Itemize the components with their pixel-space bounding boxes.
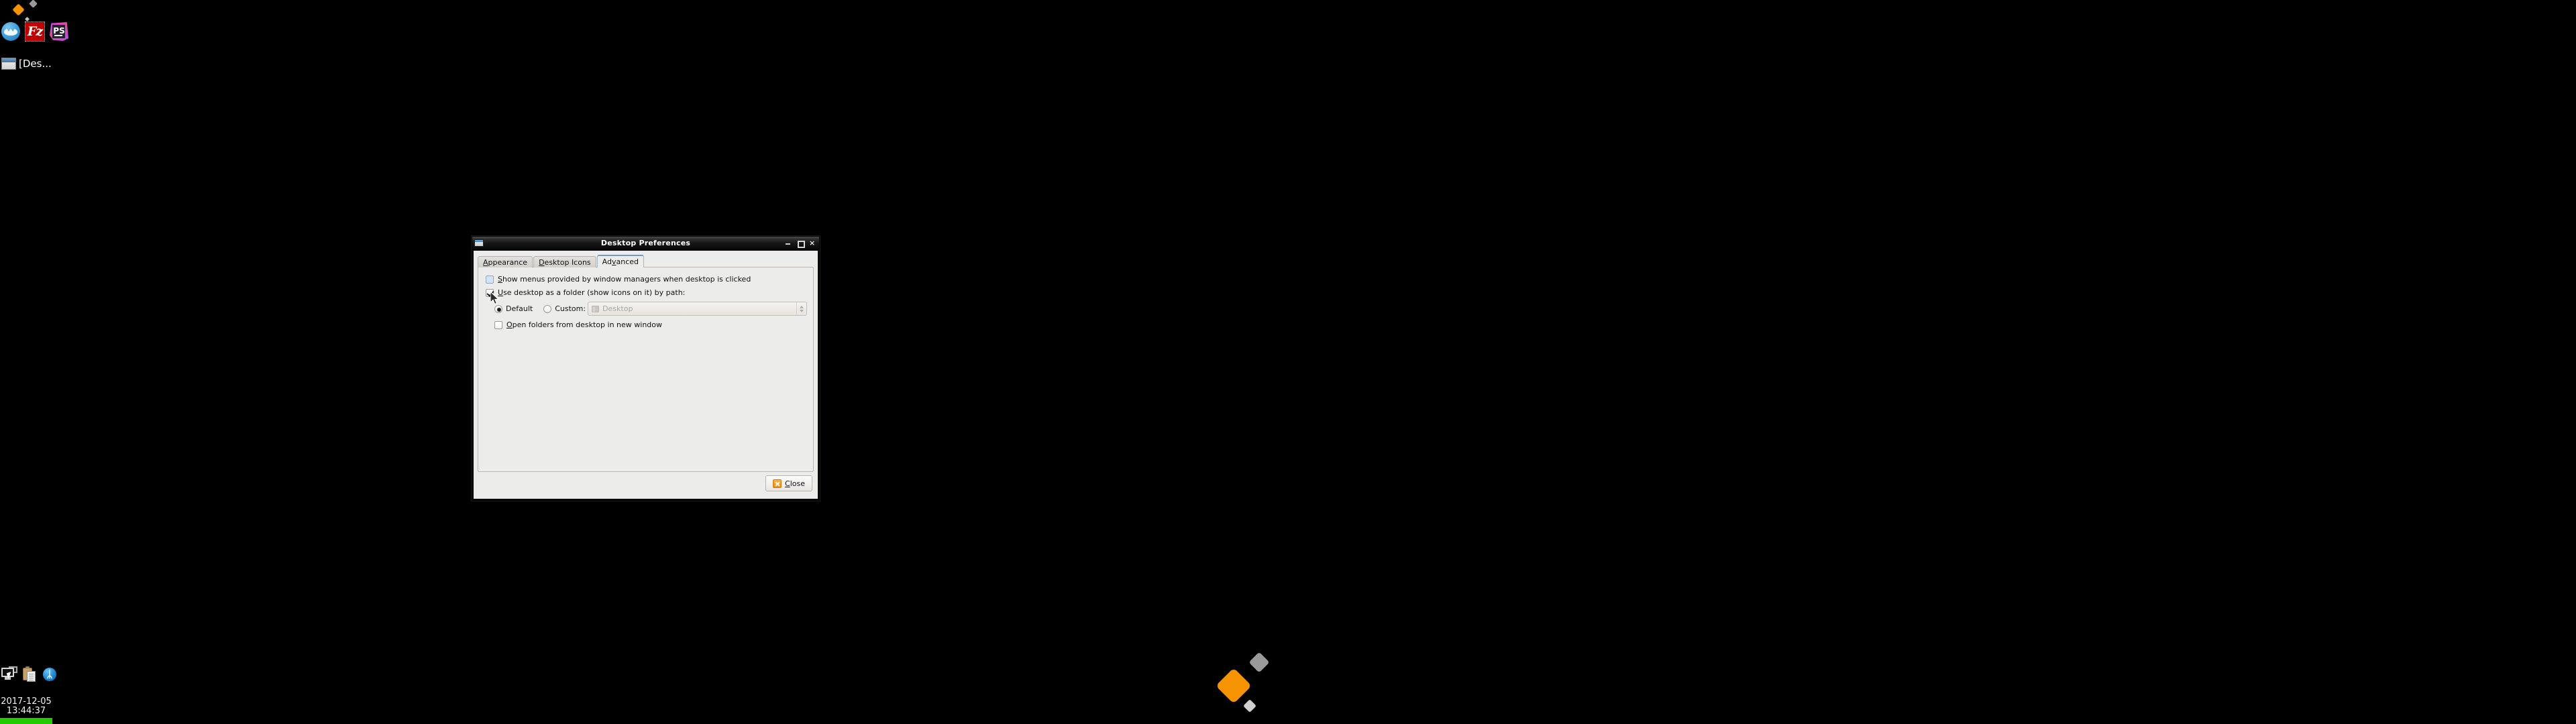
close-label-mnemonic: C — [785, 479, 790, 488]
tab-advanced-label: anced — [616, 257, 639, 266]
window-icon — [1, 58, 16, 70]
desktop-icon-phpstorm[interactable]: PS — [50, 22, 70, 42]
wallpaper-diamond-gray-small — [29, 0, 38, 8]
close-button[interactable]: Close — [765, 475, 812, 491]
tab-appearance[interactable]: Appearance — [478, 256, 533, 267]
phpstorm-icon: PS — [50, 22, 68, 41]
clock-time: 13:44:37 — [6, 706, 46, 716]
window-controls: × — [785, 239, 819, 248]
phpstorm-icon-label: PS — [53, 26, 65, 36]
window-title: Desktop Preferences — [600, 238, 691, 247]
show-menus-mnemonic: S — [498, 275, 502, 284]
desktop-preferences-window[interactable]: Desktop Preferences × Appearance Desktop… — [472, 236, 820, 501]
desktop-icon-filezilla[interactable]: Fz — [25, 21, 46, 42]
window-icon — [474, 239, 484, 247]
taskbar-indicator-bar — [0, 718, 52, 724]
desktop[interactable]: Fz PS [Des... ᛦ 2017-12-05 13:44:37 Desk… — [0, 0, 2576, 724]
close-window-button[interactable]: × — [809, 239, 815, 247]
desktop-icon-row: Fz PS — [1, 21, 70, 42]
display-settings-icon[interactable] — [1, 666, 17, 682]
system-tray: ᛦ — [1, 666, 58, 682]
show-menus-row[interactable]: Show menus provided by window managers w… — [486, 275, 807, 284]
close-button-label: Close — [785, 479, 805, 488]
clock-date: 2017-12-05 — [1, 697, 52, 707]
custom-path-value: Desktop — [602, 304, 633, 313]
use-desktop-folder-mnemonic: U — [498, 288, 504, 297]
filezilla-icon: Fz — [25, 21, 45, 42]
bluetooth-icon[interactable]: ᛦ — [42, 666, 58, 682]
tab-advanced[interactable]: Advanced — [596, 255, 645, 267]
desktop-icon-web-browser[interactable] — [1, 22, 21, 42]
folder-icon — [592, 305, 600, 312]
tab-appearance-label: ppearance — [488, 257, 528, 267]
wallpaper-diamond-orange-large — [1216, 668, 1252, 704]
use-desktop-folder-text: se desktop as a folder (show icons on it… — [503, 288, 686, 297]
open-new-window-checkbox[interactable] — [494, 320, 502, 329]
wallpaper-diamond-orange-small — [12, 3, 25, 16]
path-chooser-spinner-icon — [796, 302, 806, 315]
open-new-window-text: pen folders from desktop in new window — [512, 320, 663, 329]
taskbar-clock[interactable]: 2017-12-05 13:44:37 — [0, 697, 52, 716]
show-menus-text: how menus provided by window managers wh… — [502, 275, 751, 284]
custom-path-chooser: Desktop — [588, 302, 807, 316]
advanced-tab-panel: Show menus provided by window managers w… — [478, 267, 814, 472]
wallpaper-diamond-gray-small2 — [1243, 699, 1256, 713]
bluetooth-glyph: ᛦ — [46, 668, 53, 680]
open-new-window-label: Open folders from desktop in new window — [506, 320, 662, 329]
tab-desktop-icons-mnemonic: D — [539, 257, 545, 267]
tab-appearance-mnemonic: A — [483, 257, 488, 267]
wallpaper-diamond-gray-tiny — [24, 16, 30, 22]
window-body: Appearance Desktop Icons Advanced Show m… — [474, 251, 818, 499]
tab-desktop-icons[interactable]: Desktop Icons — [533, 256, 596, 267]
close-x-icon — [773, 479, 782, 488]
show-menus-checkbox[interactable] — [486, 275, 494, 284]
close-label-text: lose — [790, 479, 805, 488]
path-default-label: Default — [506, 304, 533, 313]
taskbar-window-button[interactable]: [Des... — [1, 58, 52, 70]
clipboard-manager-icon[interactable] — [21, 666, 38, 682]
path-selection-row: Default Custom: Desktop — [494, 302, 807, 316]
path-custom-label: Custom: — [555, 304, 586, 313]
dialog-footer: Close — [478, 472, 814, 495]
open-new-window-mnemonic: O — [506, 320, 513, 329]
tab-desktop-icons-label: esktop Icons — [544, 257, 591, 267]
tab-advanced-pre: Ad — [602, 257, 612, 266]
window-titlebar[interactable]: Desktop Preferences × — [472, 237, 819, 249]
path-custom-radio[interactable] — [543, 304, 552, 313]
filezilla-icon-label: Fz — [27, 24, 43, 39]
tab-bar: Appearance Desktop Icons Advanced — [478, 255, 814, 267]
open-new-window-row[interactable]: Open folders from desktop in new window — [494, 320, 807, 329]
show-menus-label: Show menus provided by window managers w… — [498, 275, 751, 284]
path-default-radio[interactable] — [494, 304, 502, 313]
taskbar-window-label: [Des... — [19, 58, 52, 70]
use-desktop-folder-checkbox[interactable] — [486, 288, 494, 297]
maximize-button[interactable] — [797, 239, 805, 248]
web-browser-icon — [1, 22, 20, 41]
minimize-button[interactable] — [785, 239, 791, 247]
use-desktop-folder-row[interactable]: Use desktop as a folder (show icons on i… — [486, 288, 807, 297]
wallpaper-diamond-gray-medium — [1248, 652, 1270, 673]
use-desktop-folder-label: Use desktop as a folder (show icons on i… — [498, 288, 685, 297]
